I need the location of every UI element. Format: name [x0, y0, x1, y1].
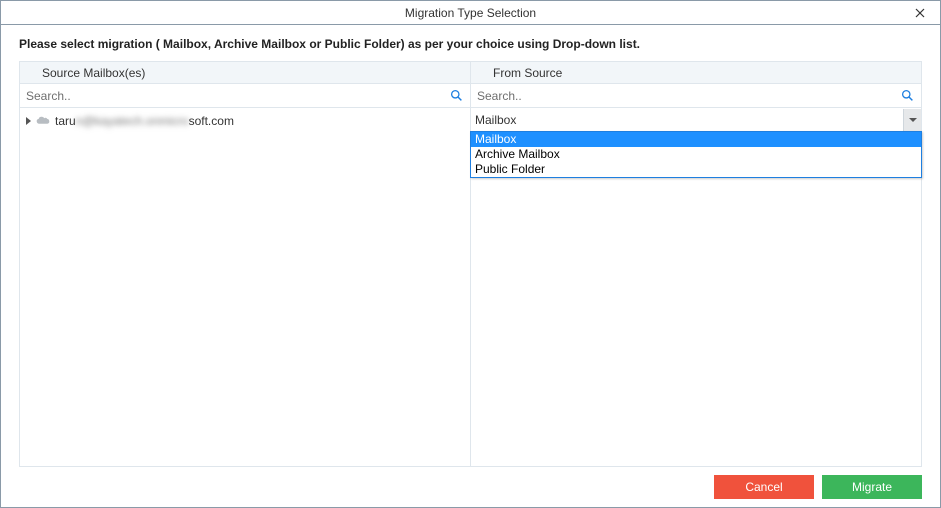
from-source-search-row [471, 84, 921, 108]
search-icon[interactable] [899, 88, 915, 104]
close-button[interactable] [906, 1, 934, 24]
close-icon [915, 8, 925, 18]
search-icon[interactable] [448, 88, 464, 104]
migrate-button[interactable]: Migrate [822, 475, 922, 499]
from-source-search-input[interactable] [475, 87, 899, 105]
source-tree: tarun@kayatech.onmicrosoft.com [20, 108, 470, 134]
source-mailbox-panel: Source Mailbox(es) tarun@k [19, 61, 471, 467]
source-panel-header: Source Mailbox(es) [20, 62, 470, 84]
dropdown-toggle-button[interactable] [903, 109, 921, 131]
source-search-input[interactable] [24, 87, 448, 105]
dialog-window: Migration Type Selection Please select m… [0, 0, 941, 508]
dropdown-option-archive-mailbox[interactable]: Archive Mailbox [471, 147, 921, 162]
from-source-panel: From Source Mailbox Mailbox Archive Ma [471, 61, 922, 467]
dropdown-selected-value: Mailbox [471, 113, 903, 127]
mailbox-address: tarun@kayatech.onmicrosoft.com [55, 114, 234, 128]
titlebar: Migration Type Selection [1, 1, 940, 25]
cancel-button[interactable]: Cancel [714, 475, 814, 499]
tree-item-mailbox[interactable]: tarun@kayatech.onmicrosoft.com [26, 112, 464, 130]
dropdown-option-public-folder[interactable]: Public Folder [471, 162, 921, 177]
cloud-icon [36, 116, 50, 126]
dialog-title: Migration Type Selection [405, 6, 536, 20]
expand-caret-icon [26, 117, 31, 125]
dropdown-list: Mailbox Archive Mailbox Public Folder [470, 131, 922, 178]
dropdown-option-mailbox[interactable]: Mailbox [471, 132, 921, 147]
source-search-row [20, 84, 470, 108]
chevron-down-icon [909, 118, 917, 122]
from-source-header: From Source [471, 62, 921, 84]
instruction-text: Please select migration ( Mailbox, Archi… [1, 25, 940, 61]
dialog-footer: Cancel Migrate [1, 467, 940, 507]
migration-type-dropdown[interactable]: Mailbox Mailbox Archive Mailbox Public F… [471, 108, 921, 132]
content-area: Source Mailbox(es) tarun@k [1, 61, 940, 467]
